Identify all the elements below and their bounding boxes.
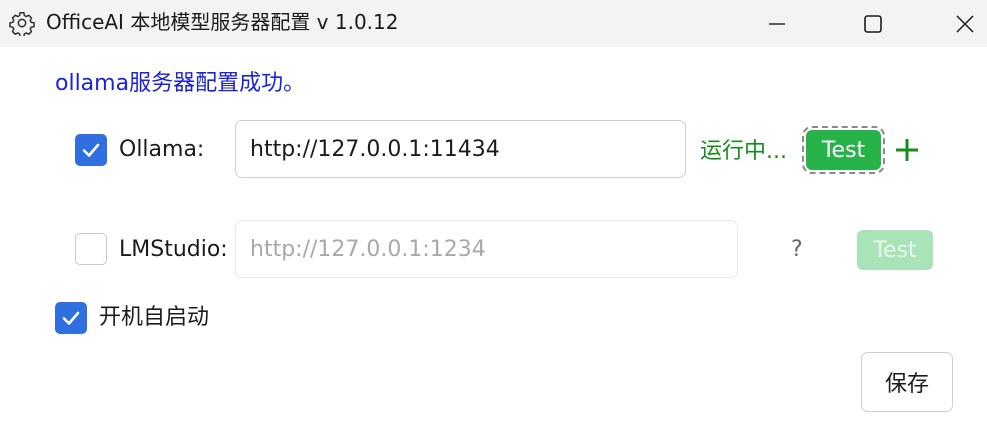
lmstudio-url-input[interactable] [235,220,738,278]
close-button[interactable] [942,0,987,47]
ollama-checkbox[interactable] [75,134,107,166]
maximize-icon [864,14,882,33]
gear-icon [9,11,35,36]
plus-icon[interactable] [893,136,921,164]
save-button[interactable]: 保存 [861,352,953,412]
check-icon [62,311,80,325]
lmstudio-checkbox[interactable] [75,233,107,265]
status-message: ollama服务器配置成功。 [55,71,306,96]
title-bar: OfficeAI 本地模型服务器配置 v 1.0.12 [0,0,987,47]
lmstudio-label: LMStudio: [119,237,228,262]
check-icon [82,143,100,157]
minimize-icon [769,22,785,25]
window-title: OfficeAI 本地模型服务器配置 v 1.0.12 [46,10,399,34]
ollama-status: 运行中... [700,139,787,164]
ollama-test-button[interactable]: Test [802,126,885,174]
autostart-label: 开机自启动 [99,305,210,330]
ollama-label: Ollama: [119,137,205,162]
autostart-checkbox[interactable] [55,302,87,334]
minimize-button[interactable] [754,0,800,47]
lmstudio-status: ? [791,237,803,262]
ollama-url-input[interactable] [235,120,686,178]
maximize-button[interactable] [850,0,896,47]
close-icon [956,14,974,33]
lmstudio-test-button[interactable]: Test [857,230,933,270]
